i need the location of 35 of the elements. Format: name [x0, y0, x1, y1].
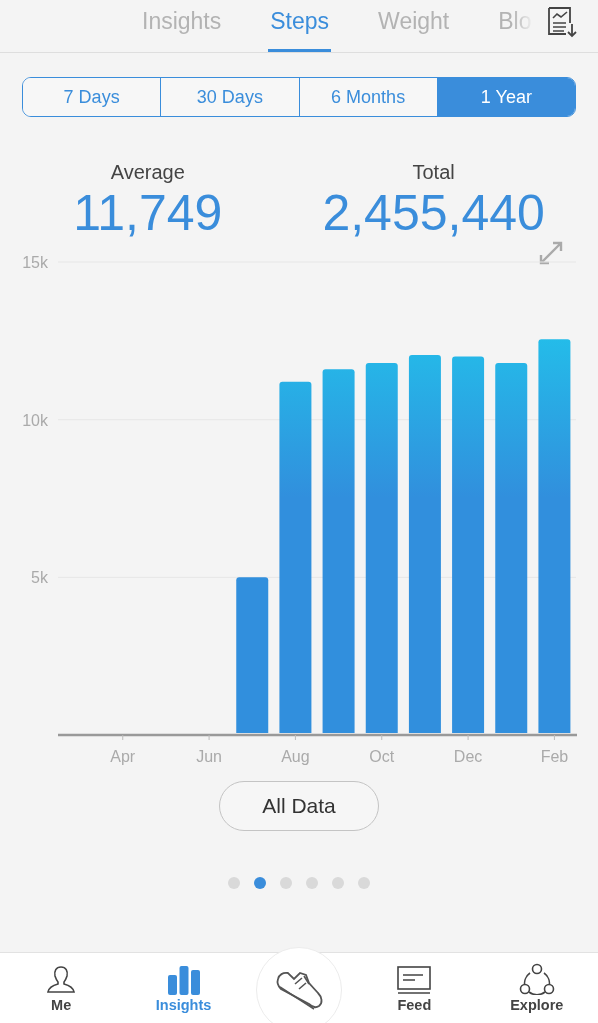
page-dot[interactable]	[280, 877, 292, 889]
x-axis-label: Oct	[369, 748, 395, 765]
page-dot[interactable]	[358, 877, 370, 889]
range-segment[interactable]: 1 Year	[436, 78, 575, 116]
report-export-icon[interactable]	[546, 6, 578, 38]
person-icon	[46, 965, 77, 995]
page-dot[interactable]	[228, 877, 240, 889]
stat-label: Total	[412, 161, 455, 184]
x-axis-label: Dec	[453, 748, 483, 765]
x-axis-label: Jun	[196, 748, 222, 765]
x-axis-label: Feb	[540, 748, 569, 765]
y-axis-label: 15k	[22, 254, 48, 271]
page-dot[interactable]	[306, 877, 318, 889]
all-data-button[interactable]: All Data	[219, 781, 379, 831]
nav-tab[interactable]: Explore	[486, 953, 587, 1013]
category-tab[interactable]: Weight	[376, 0, 452, 44]
x-axis-label: Aug	[281, 748, 310, 765]
stat-value: 11,749	[73, 184, 223, 242]
page-dot[interactable]	[332, 877, 344, 889]
x-axis-label: Apr	[110, 748, 136, 765]
feed-icon	[397, 965, 432, 995]
stat-value: 2,455,440	[322, 184, 545, 242]
y-axis-label: 5k	[31, 569, 48, 587]
category-tab[interactable]: Insights	[140, 0, 224, 44]
bar-chart-icon	[166, 965, 201, 995]
network-icon	[518, 963, 555, 995]
nav-tab[interactable]: Insights	[133, 953, 234, 1013]
y-axis-label: 10k	[22, 411, 48, 429]
category-tab[interactable]: Steps	[268, 0, 332, 52]
stat-label: Average	[110, 161, 185, 184]
category-tab[interactable]: Blo	[496, 0, 534, 44]
nav-tab[interactable]: Feed	[364, 953, 465, 1013]
expand-icon[interactable]	[539, 241, 563, 265]
page-dot[interactable]	[254, 877, 266, 889]
nav-tab[interactable]: Me	[11, 953, 112, 1013]
